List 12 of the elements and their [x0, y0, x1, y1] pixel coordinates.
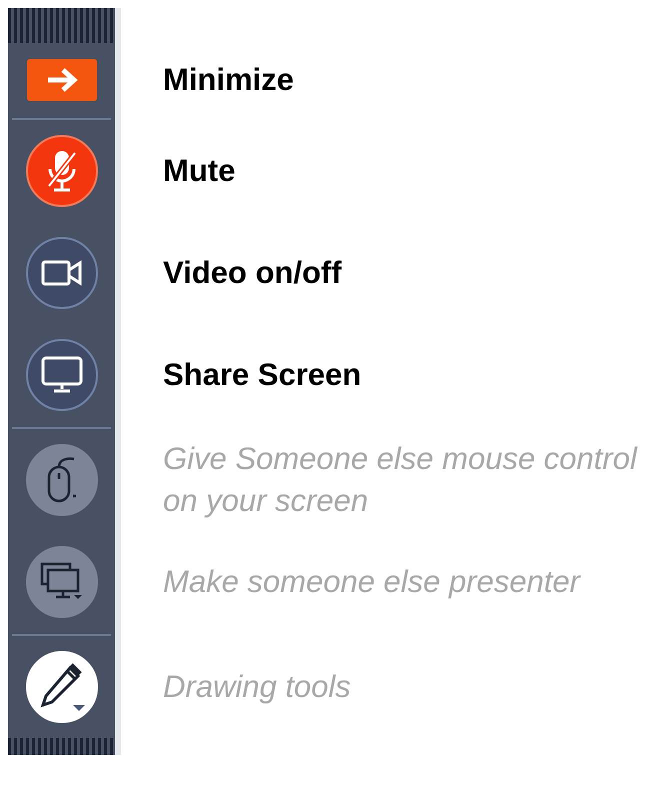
button-label: Give Someone else mouse control on your screen: [163, 440, 638, 520]
button-label: Minimize: [163, 61, 295, 100]
button-label: Video on/off: [163, 254, 343, 292]
monitor-icon: [40, 356, 82, 394]
button-label: Share Screen: [163, 356, 362, 394]
button-label: Drawing tools: [163, 668, 352, 706]
button-label: Mute: [163, 152, 236, 190]
button-label: Make someone else presenter: [163, 563, 582, 602]
grip-handle[interactable]: [8, 738, 121, 755]
minimize-button[interactable]: [26, 59, 96, 101]
video-camera-icon: [40, 260, 82, 286]
grip-handle[interactable]: [8, 8, 121, 43]
